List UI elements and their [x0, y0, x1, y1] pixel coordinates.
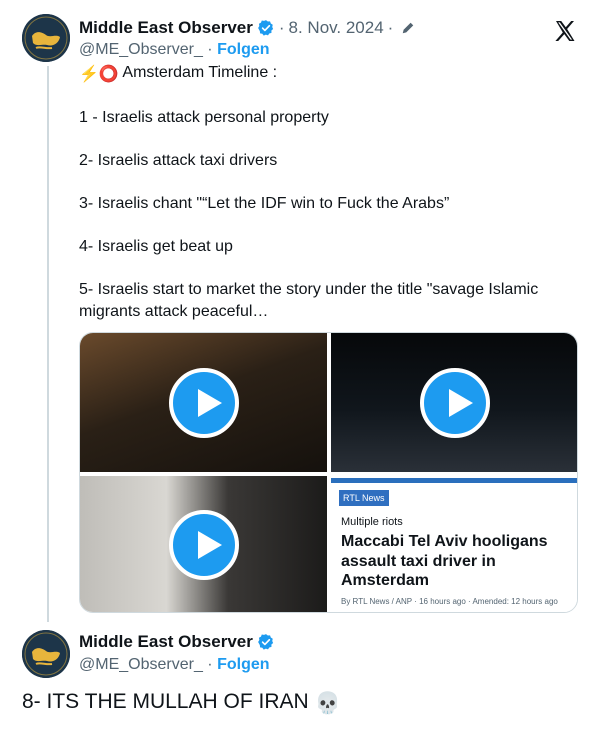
tweet-line: 1 - Israelis attack personal property [79, 109, 329, 126]
avatar[interactable] [22, 14, 70, 62]
news-card-image[interactable]: RTL News Multiple riots Maccabi Tel Aviv… [331, 476, 577, 612]
reply-line: 8- ITS THE MULLAH OF IRAN [22, 690, 309, 713]
handle-row: @ME_Observer_ · Folgen [79, 41, 270, 59]
title-emojis: ⚡⭕ [79, 66, 119, 83]
author-handle[interactable]: @ME_Observer_ [79, 41, 203, 58]
play-icon[interactable] [420, 368, 490, 438]
video-thumbnail[interactable] [80, 333, 327, 472]
separator: · [207, 41, 213, 58]
tweet-line: 2- Israelis attack taxi drivers [79, 152, 278, 169]
reply-header: Middle East Observer [79, 632, 275, 652]
tweet-line: 5- Israelis start to market the story un… [79, 281, 539, 320]
separator: · [278, 18, 285, 37]
separator: · [207, 656, 213, 673]
verified-badge-icon [257, 634, 273, 650]
tweet-header: Middle East Observer · 8. Nov. 2024 · [79, 18, 415, 38]
author-name[interactable]: Middle East Observer [79, 18, 253, 38]
tweet-line: ⚡⭕ Amsterdam Timeline : [79, 62, 579, 86]
follow-button[interactable]: Folgen [217, 41, 269, 58]
avatar[interactable] [22, 630, 70, 678]
video-thumbnail[interactable] [80, 476, 327, 612]
media-grid: RTL News Multiple riots Maccabi Tel Aviv… [79, 332, 578, 613]
news-stripe [331, 478, 577, 483]
pencil-icon[interactable] [401, 21, 415, 35]
news-headline: Maccabi Tel Aviv hooligans assault taxi … [341, 533, 548, 589]
tweet-line: 4- Israelis get beat up [79, 238, 233, 255]
thread-line [47, 66, 49, 622]
author-handle[interactable]: @ME_Observer_ [79, 656, 203, 673]
reply-text: 8- ITS THE MULLAH OF IRAN 💀 [22, 690, 341, 716]
x-logo-icon[interactable] [553, 19, 577, 43]
follow-button[interactable]: Folgen [217, 656, 269, 673]
play-icon[interactable] [169, 368, 239, 438]
middle-east-observer-logo [22, 14, 70, 62]
play-icon[interactable] [169, 510, 239, 580]
news-badge: RTL News [339, 490, 389, 506]
tweet-text: ⚡⭕ Amsterdam Timeline : 1 - Israelis att… [79, 62, 579, 322]
news-byline: By RTL News / ANP · 16 hours ago · Amend… [341, 597, 558, 606]
author-name[interactable]: Middle East Observer [79, 632, 253, 652]
news-kicker: Multiple riots [341, 516, 403, 528]
separator: · [387, 18, 394, 37]
handle-row: @ME_Observer_ · Folgen [79, 656, 270, 674]
verified-badge-icon [257, 20, 273, 36]
tweet-date[interactable]: 8. Nov. 2024 [289, 18, 384, 38]
video-thumbnail[interactable] [331, 333, 577, 472]
middle-east-observer-logo [22, 630, 70, 678]
skull-emoji: 💀 [314, 692, 341, 715]
tweet-line: 3- Israelis chant "“Let the IDF win to F… [79, 195, 450, 212]
